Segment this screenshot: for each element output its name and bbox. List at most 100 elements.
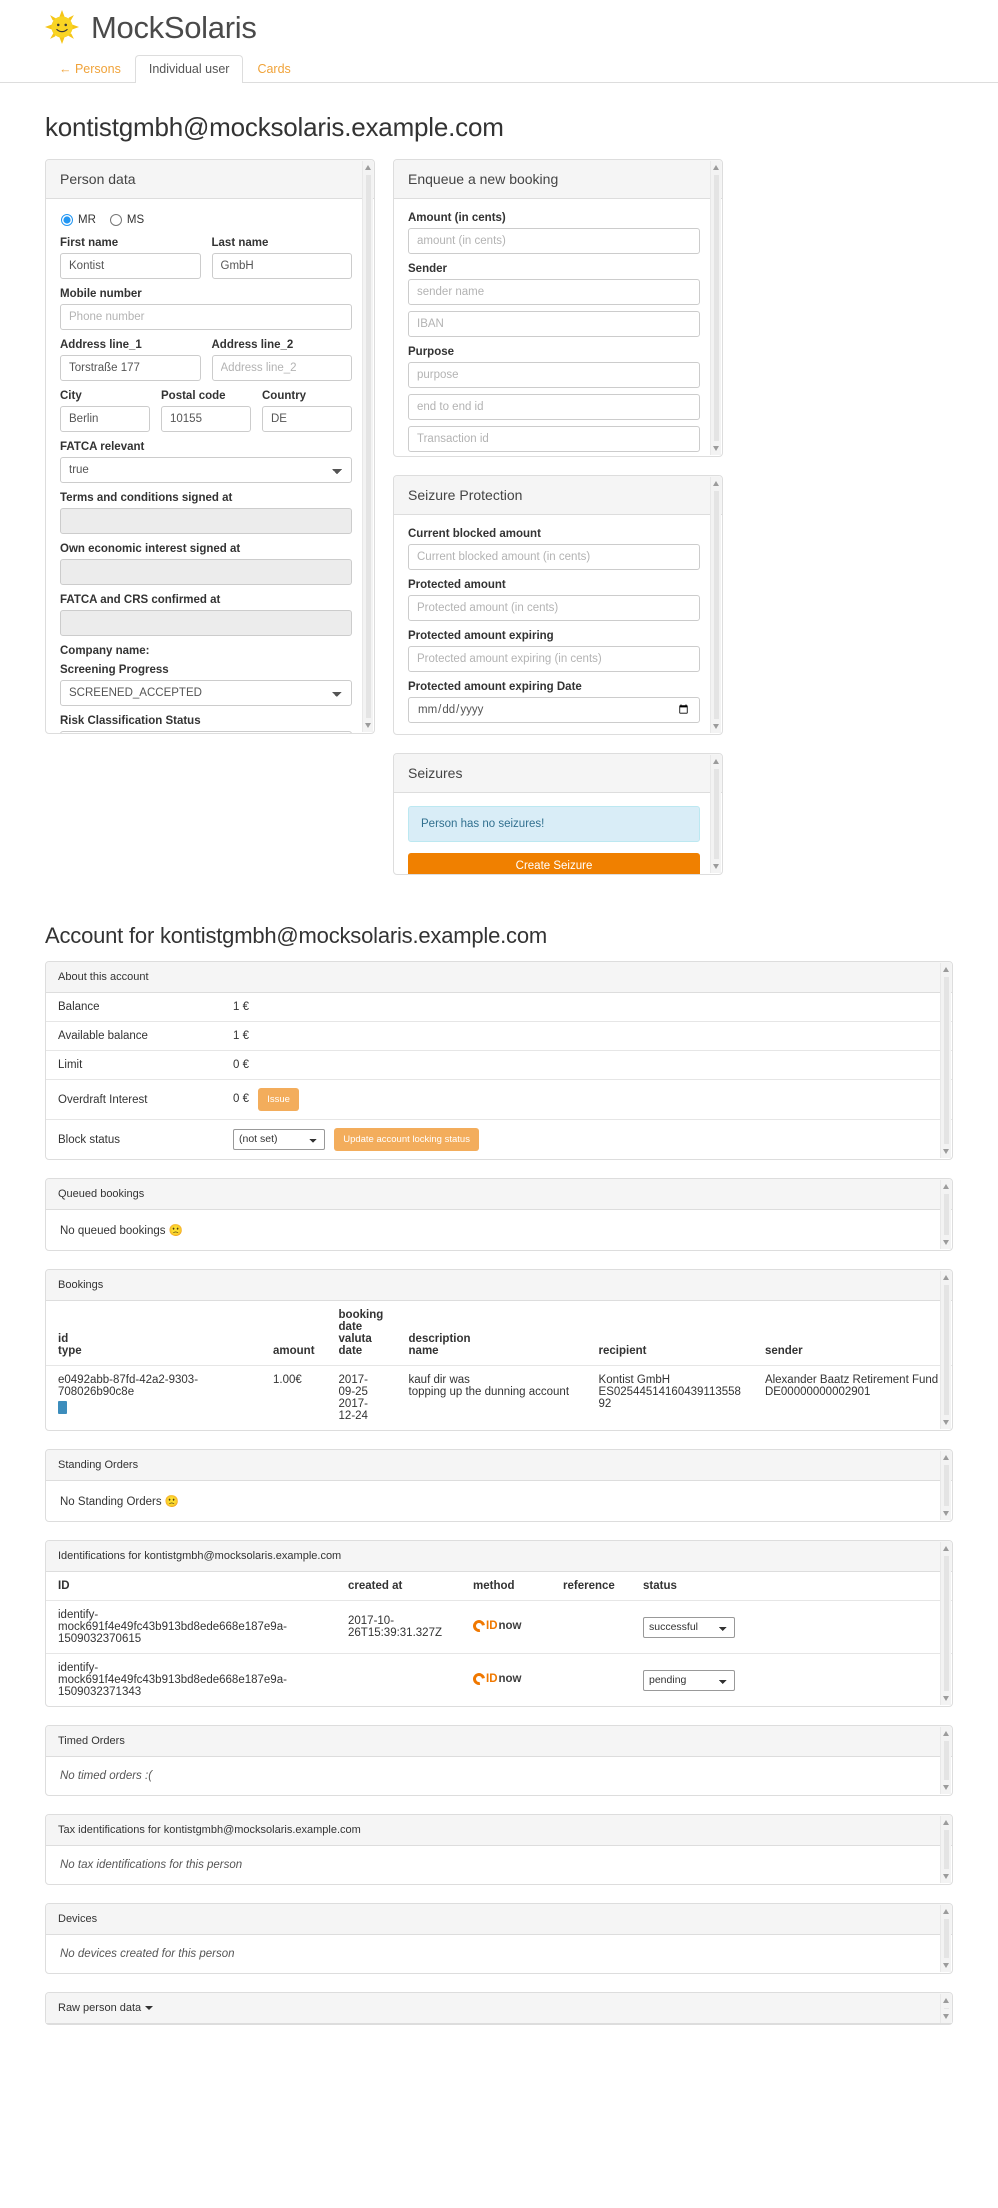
screening-progress-select[interactable]: SCREENED_ACCEPTED xyxy=(60,680,352,706)
tax-identifications-scrollbar[interactable] xyxy=(940,1816,951,1883)
address-line-2-input[interactable] xyxy=(211,355,352,381)
chevron-down-icon[interactable] xyxy=(145,2006,154,2011)
tab-cards[interactable]: Cards xyxy=(243,55,304,83)
address-line-1-input[interactable] xyxy=(60,355,201,381)
create-seizure-button[interactable]: Create Seizure xyxy=(408,853,700,874)
update-account-locking-status-button[interactable]: Update account locking status xyxy=(334,1128,479,1151)
scroll-track[interactable] xyxy=(944,1556,949,1691)
booking-date-value: 2017-09-25 xyxy=(338,1374,368,1398)
scroll-up-icon[interactable] xyxy=(943,1546,949,1551)
scroll-track[interactable] xyxy=(944,1465,949,1506)
about-account-scrollbar[interactable] xyxy=(940,963,951,1158)
protected-amount-input[interactable] xyxy=(408,595,700,621)
scroll-track[interactable] xyxy=(714,491,719,719)
last-name-input[interactable] xyxy=(211,253,352,279)
devices-scrollbar[interactable] xyxy=(940,1905,951,1972)
raw-person-data-scrollbar[interactable] xyxy=(940,1994,951,2023)
save-seizure-protection-button[interactable]: Save seizure protection xyxy=(408,734,700,735)
scroll-up-icon[interactable] xyxy=(943,1455,949,1460)
scroll-track[interactable] xyxy=(944,1194,949,1235)
scroll-track[interactable] xyxy=(944,1830,949,1869)
bookings-scrollbar[interactable] xyxy=(940,1271,951,1429)
booking-sender-iban-input[interactable] xyxy=(408,311,700,337)
tab-individual-user[interactable]: Individual user xyxy=(134,55,244,83)
booking-transaction-id-input[interactable] xyxy=(408,426,700,452)
scroll-track[interactable] xyxy=(944,2008,949,2009)
risk-classification-select[interactable]: RISK_ACCEPTED xyxy=(60,731,352,733)
mobile-number-input[interactable] xyxy=(60,304,352,330)
country-input[interactable] xyxy=(262,406,352,432)
booking-sender-name-input[interactable] xyxy=(408,279,700,305)
table-row: e0492abb-87fd-42a2-9303-708026b90c8e 1.0… xyxy=(46,1365,952,1430)
scroll-track[interactable] xyxy=(714,769,719,859)
identification-reference-value xyxy=(551,1653,631,1706)
scroll-track[interactable] xyxy=(944,1741,949,1780)
booking-amount-label: Amount (in cents) xyxy=(408,212,506,224)
scroll-down-icon[interactable] xyxy=(943,1963,949,1968)
tax-identifications-heading: Tax identifications for kontistgmbh@mock… xyxy=(46,1815,952,1846)
scroll-up-icon[interactable] xyxy=(943,1909,949,1914)
fatca-relevant-select[interactable]: true xyxy=(60,457,352,483)
tab-persons[interactable]: ← Persons xyxy=(45,55,135,83)
scroll-up-icon[interactable] xyxy=(943,1820,949,1825)
scroll-track[interactable] xyxy=(366,175,371,718)
scroll-down-icon[interactable] xyxy=(713,864,719,869)
scroll-track[interactable] xyxy=(944,1919,949,1958)
scroll-down-icon[interactable] xyxy=(943,2014,949,2019)
identifications-scrollbar[interactable] xyxy=(940,1542,951,1705)
scroll-down-icon[interactable] xyxy=(943,1511,949,1516)
scroll-down-icon[interactable] xyxy=(365,723,371,728)
salutation-ms[interactable]: MS xyxy=(109,214,144,226)
scroll-up-icon[interactable] xyxy=(943,1731,949,1736)
scroll-down-icon[interactable] xyxy=(943,1696,949,1701)
scroll-up-icon[interactable] xyxy=(943,967,949,972)
available-balance-value: 1 € xyxy=(221,1021,952,1051)
seizures-scrollbar[interactable] xyxy=(710,755,721,873)
identification-status-select[interactable]: successful xyxy=(643,1616,735,1638)
block-status-select[interactable]: (not set) xyxy=(233,1128,325,1150)
scroll-up-icon[interactable] xyxy=(713,165,719,170)
scroll-track[interactable] xyxy=(944,1285,949,1415)
scroll-up-icon[interactable] xyxy=(365,165,371,170)
scroll-down-icon[interactable] xyxy=(943,1149,949,1154)
standing-orders-scrollbar[interactable] xyxy=(940,1451,951,1520)
current-blocked-amount-input[interactable] xyxy=(408,544,700,570)
scroll-down-icon[interactable] xyxy=(713,724,719,729)
scroll-track[interactable] xyxy=(944,977,949,1144)
booking-purpose-input[interactable] xyxy=(408,362,700,388)
scroll-track[interactable] xyxy=(714,175,719,441)
col-name-label: name xyxy=(408,1345,439,1357)
scroll-up-icon[interactable] xyxy=(713,759,719,764)
salutation-radio-group[interactable]: MR MS xyxy=(61,214,352,226)
first-name-input[interactable] xyxy=(60,253,201,279)
scroll-up-icon[interactable] xyxy=(943,1184,949,1189)
salutation-mr[interactable]: MR xyxy=(61,214,96,226)
table-row: Block status (not set) Update account lo… xyxy=(46,1119,952,1159)
scroll-up-icon[interactable] xyxy=(713,481,719,486)
protected-amount-expiring-date-input[interactable] xyxy=(408,697,700,723)
queued-bookings-scrollbar[interactable] xyxy=(940,1180,951,1249)
standing-orders-empty-message: No Standing Orders 🙁 xyxy=(60,1496,180,1508)
seizure-protection-scrollbar[interactable] xyxy=(710,477,721,733)
scroll-down-icon[interactable] xyxy=(943,1240,949,1245)
protected-amount-expiring-input[interactable] xyxy=(408,646,700,672)
enqueue-booking-scrollbar[interactable] xyxy=(710,161,721,455)
postal-code-input[interactable] xyxy=(161,406,251,432)
scroll-up-icon[interactable] xyxy=(943,1998,949,2003)
salutation-ms-radio[interactable] xyxy=(109,214,122,226)
salutation-mr-radio[interactable] xyxy=(61,214,73,226)
scroll-up-icon[interactable] xyxy=(943,1275,949,1280)
raw-person-data-heading[interactable]: Raw person data xyxy=(46,1993,952,2024)
issue-interest-button[interactable]: Issue xyxy=(258,1088,299,1111)
identification-status-select[interactable]: pending xyxy=(643,1669,735,1691)
scroll-down-icon[interactable] xyxy=(713,446,719,451)
city-input[interactable] xyxy=(60,406,150,432)
scroll-down-icon[interactable] xyxy=(943,1874,949,1879)
scroll-down-icon[interactable] xyxy=(943,1785,949,1790)
country-label: Country xyxy=(262,390,307,402)
scroll-down-icon[interactable] xyxy=(943,1420,949,1425)
person-data-scrollbar[interactable] xyxy=(362,161,373,732)
booking-end-to-end-id-input[interactable] xyxy=(408,394,700,420)
timed-orders-scrollbar[interactable] xyxy=(940,1727,951,1794)
booking-amount-input[interactable] xyxy=(408,228,700,254)
